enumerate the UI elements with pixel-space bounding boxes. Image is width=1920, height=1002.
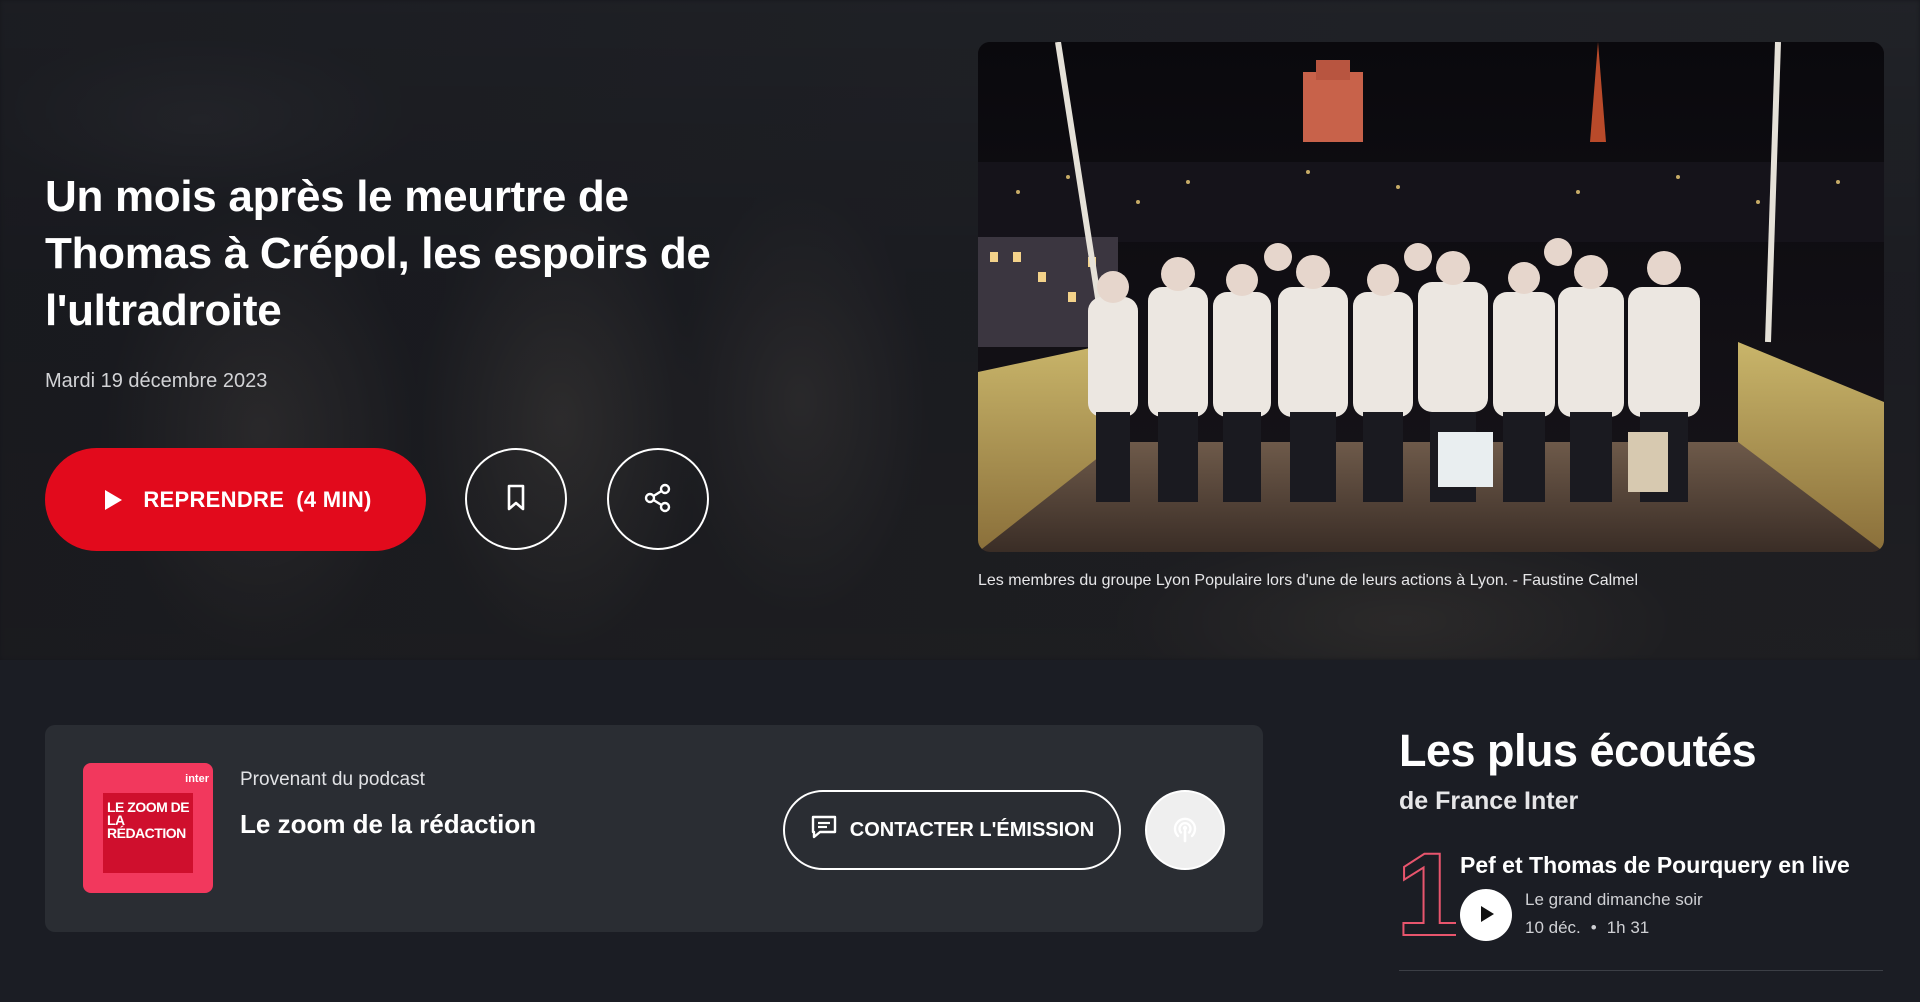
contact-show-label: CONTACTER L'ÉMISSION (849, 818, 1095, 841)
resume-duration: (4 MIN) (296, 486, 372, 512)
episode-title-link[interactable]: Pef et Thomas de Pourquery en live (1460, 852, 1850, 879)
cover-title: LE ZOOM DE LA RÉDACTION (103, 793, 193, 873)
publish-date: Mardi 19 décembre 2023 (45, 370, 268, 392)
share-icon (641, 481, 675, 518)
rank-number: 1 (1395, 828, 1463, 962)
subscribe-podcast-button[interactable] (1145, 790, 1225, 870)
bookmark-button[interactable] (465, 448, 567, 550)
share-button[interactable] (607, 448, 709, 550)
article-title: Un mois après le meurtre de Thomas à Cré… (45, 172, 711, 335)
meta-separator: • (1590, 918, 1597, 937)
episode-meta: 10 déc. • 1h 31 (1525, 918, 1649, 938)
podcast-cover[interactable]: inter LE ZOOM DE LA RÉDACTION (83, 763, 213, 893)
hero-section: Un mois après le meurtre de Thomas à Cré… (0, 0, 1920, 660)
contact-show-button[interactable]: CONTACTER L'ÉMISSION (783, 790, 1121, 870)
article-photo (978, 42, 1884, 552)
bookmark-icon (503, 483, 529, 516)
play-icon (1475, 903, 1497, 928)
resume-button[interactable]: REPRENDRE (4 MIN) (45, 448, 426, 551)
episode-date: 10 déc. (1525, 918, 1581, 937)
podcast-from-label: Provenant du podcast (240, 769, 425, 790)
episode-play-button[interactable] (1460, 889, 1512, 941)
episode-show-name: Le grand dimanche soir (1525, 890, 1703, 909)
podcast-card: inter LE ZOOM DE LA RÉDACTION Provenant … (45, 725, 1263, 932)
photo-caption: Les membres du groupe Lyon Populaire lor… (978, 572, 1639, 589)
podcast-title-link[interactable]: Le zoom de la rédaction (240, 809, 536, 840)
resume-label: REPRENDRE (143, 486, 285, 512)
episode-duration: 1h 31 (1606, 918, 1650, 937)
message-icon (810, 814, 838, 846)
list-divider (1399, 970, 1883, 971)
play-icon (99, 487, 125, 513)
cover-brand-logo: inter (185, 773, 209, 785)
most-listened-title: Les plus écoutés (1399, 725, 1757, 776)
podcast-icon (1170, 814, 1200, 847)
svg-text:1: 1 (1396, 843, 1456, 943)
most-listened-subtitle: de France Inter (1399, 787, 1579, 815)
